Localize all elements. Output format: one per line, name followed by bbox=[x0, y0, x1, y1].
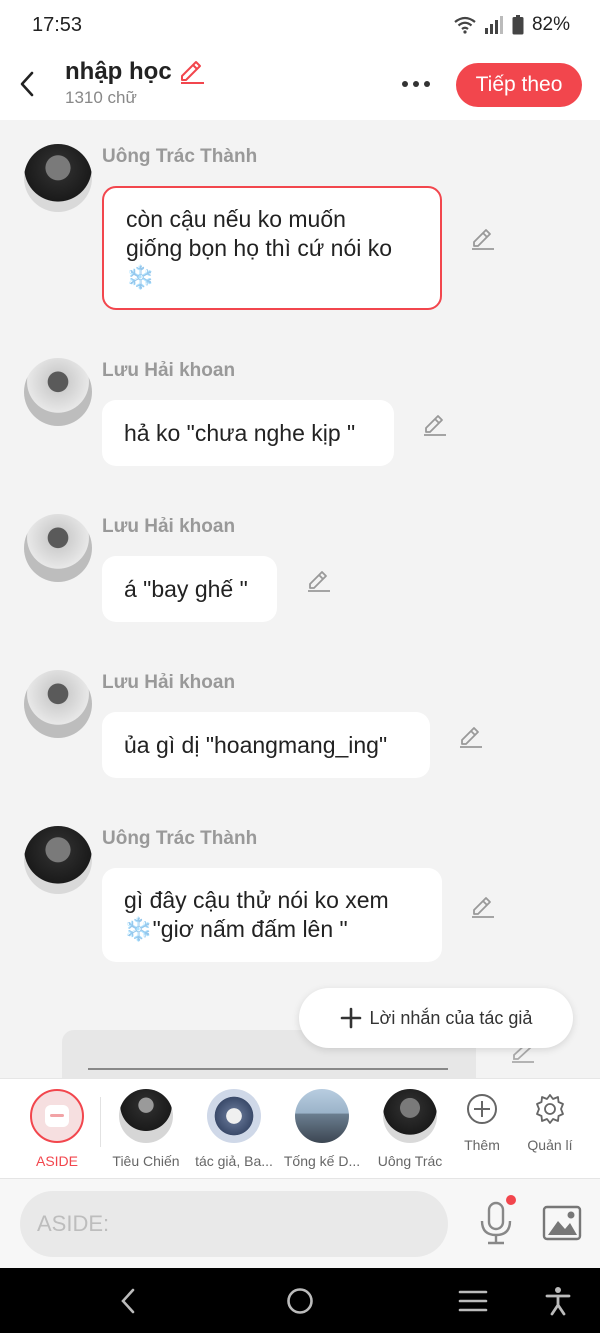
character-item[interactable]: Tống kế D... bbox=[277, 1089, 367, 1169]
aside-icon bbox=[30, 1089, 84, 1143]
message-text-line: giống bọn họ thì cứ nói ko bbox=[126, 234, 393, 261]
avatar[interactable] bbox=[24, 144, 92, 212]
character-aside[interactable]: ASIDE bbox=[12, 1089, 102, 1169]
sender-name: Lưu Hải khoan bbox=[102, 672, 236, 693]
battery-percent: 82% bbox=[531, 14, 570, 35]
microphone-icon[interactable] bbox=[476, 1201, 516, 1245]
more-horizontal-icon bbox=[402, 81, 408, 87]
nav-recents-button[interactable] bbox=[455, 1284, 491, 1318]
message-text-line: gì đây cậu thử nói ko xem bbox=[124, 887, 389, 913]
character-name: Tống kế D... bbox=[283, 1153, 361, 1169]
avatar[interactable] bbox=[24, 826, 92, 894]
status-bar: 17:53 82% bbox=[0, 0, 600, 50]
notification-dot bbox=[506, 1195, 516, 1205]
back-button[interactable] bbox=[12, 66, 42, 102]
character-name: ASIDE bbox=[35, 1153, 78, 1169]
home-circle-icon bbox=[287, 1288, 313, 1314]
message-text-line: á "bay ghế " bbox=[124, 575, 248, 602]
character-item[interactable]: tác giả, Ba... bbox=[189, 1089, 279, 1169]
author-note-button[interactable]: Lời nhắn của tác giả bbox=[299, 988, 573, 1048]
nav-home-button[interactable] bbox=[282, 1284, 318, 1318]
character-item[interactable]: Tiêu Chiến bbox=[101, 1089, 191, 1169]
message-text-line: ủa gì dị "hoangmang_ing" bbox=[124, 731, 388, 758]
message-input[interactable] bbox=[20, 1191, 448, 1257]
pencil-icon[interactable] bbox=[470, 894, 496, 920]
image-icon[interactable] bbox=[542, 1203, 582, 1243]
avatar[interactable] bbox=[24, 358, 92, 426]
gear-icon bbox=[536, 1094, 564, 1124]
avatar bbox=[383, 1089, 437, 1143]
more-options-button[interactable] bbox=[396, 70, 436, 98]
avatar bbox=[119, 1089, 173, 1143]
character-name: tác giả, Ba... bbox=[195, 1153, 273, 1169]
character-bar: ASIDE Tiêu Chiến tác giả, Ba... Tống kế … bbox=[0, 1078, 600, 1178]
title-block: nhập học 1310 chữ bbox=[65, 58, 206, 108]
avatar bbox=[207, 1089, 261, 1143]
author-note-label: Lời nhắn của tác giả bbox=[369, 1007, 533, 1028]
sender-name: Uông Trác Thành bbox=[102, 828, 258, 849]
avatar[interactable] bbox=[24, 670, 92, 738]
signal-icon bbox=[484, 16, 503, 34]
pencil-icon[interactable] bbox=[458, 724, 484, 750]
sender-name: Uông Trác Thành bbox=[102, 146, 258, 167]
nav-back-button[interactable] bbox=[110, 1284, 146, 1318]
message-bubble[interactable]: ủa gì dị "hoangmang_ing" bbox=[102, 712, 430, 778]
character-item[interactable]: Uông Trác bbox=[365, 1089, 455, 1169]
character-name: Uông Trác bbox=[377, 1153, 443, 1169]
message-bubble[interactable]: á "bay ghế " bbox=[102, 556, 277, 622]
plus-icon bbox=[340, 1007, 361, 1029]
message-text-line: hả ko "chưa nghe kịp " bbox=[124, 419, 356, 446]
system-nav-bar bbox=[0, 1268, 600, 1333]
message-bubble[interactable]: còn cậu nếu ko muốn giống bọn họ thì cứ n… bbox=[102, 186, 442, 310]
nav-accessibility-button[interactable] bbox=[540, 1284, 576, 1318]
plus-circle-icon bbox=[467, 1094, 497, 1124]
avatar[interactable] bbox=[24, 514, 92, 582]
wifi-icon bbox=[454, 16, 476, 34]
message-text-line: còn cậu nếu ko muốn bbox=[126, 205, 346, 232]
menu-icon bbox=[458, 1290, 488, 1312]
accessibility-icon bbox=[545, 1287, 571, 1316]
app-header: nhập học 1310 chữ Tiếp theo bbox=[0, 50, 600, 120]
message-text-line: ❄️"giơ nấm đấm lên " bbox=[124, 916, 348, 942]
message-bubble[interactable]: hả ko "chưa nghe kịp " bbox=[102, 400, 394, 466]
divider-line bbox=[88, 1068, 448, 1070]
chevron-left-icon bbox=[121, 1288, 135, 1314]
add-character-button[interactable]: Thêm bbox=[447, 1093, 517, 1153]
next-button[interactable]: Tiếp theo bbox=[456, 63, 582, 107]
battery-icon bbox=[512, 15, 524, 35]
pencil-icon[interactable] bbox=[306, 568, 332, 594]
page-title: nhập học bbox=[65, 58, 172, 85]
chat-area: Uông Trác Thành còn cậu nếu ko muốn giống … bbox=[0, 120, 600, 1078]
avatar bbox=[295, 1089, 349, 1143]
manage-label: Quản lí bbox=[527, 1137, 573, 1153]
character-name: Tiêu Chiến bbox=[112, 1153, 180, 1169]
message-text-line: ❄️ bbox=[126, 263, 155, 290]
sender-name: Lưu Hải khoan bbox=[102, 360, 236, 381]
pencil-icon[interactable] bbox=[422, 412, 448, 438]
pencil-icon[interactable] bbox=[178, 59, 206, 85]
word-count: 1310 chữ bbox=[65, 88, 137, 107]
input-bar bbox=[0, 1178, 600, 1268]
chevron-left-icon bbox=[20, 71, 34, 97]
status-icons: 82% bbox=[454, 14, 570, 36]
add-label: Thêm bbox=[464, 1137, 500, 1153]
message-bubble[interactable]: gì đây cậu thử nói ko xem ❄️"giơ nấm đấm … bbox=[102, 868, 442, 962]
status-time: 17:53 bbox=[32, 14, 83, 36]
manage-button[interactable]: Quản lí bbox=[515, 1093, 585, 1153]
pencil-icon[interactable] bbox=[470, 226, 496, 252]
sender-name: Lưu Hải khoan bbox=[102, 516, 236, 537]
